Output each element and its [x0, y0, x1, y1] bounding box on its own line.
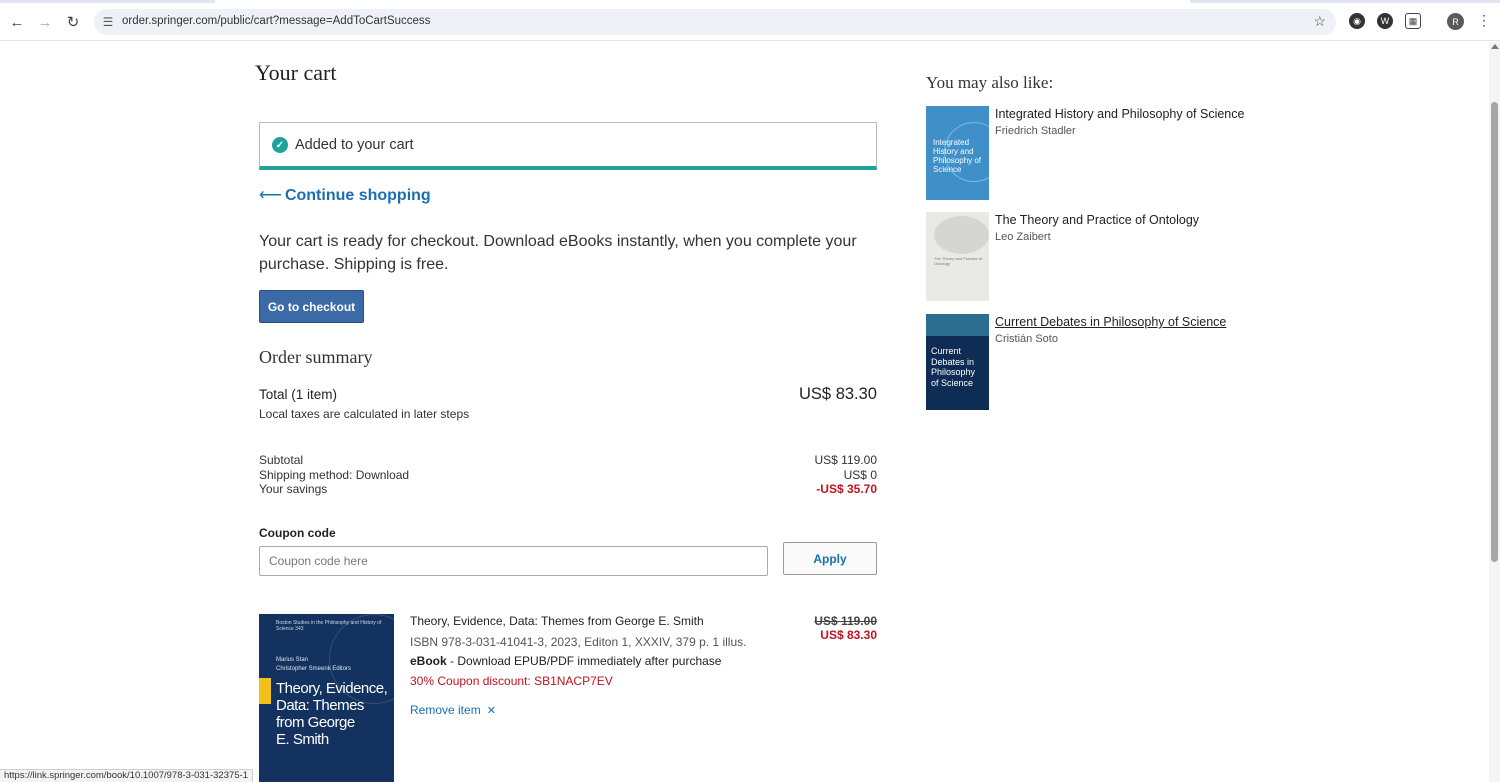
forward-icon[interactable]: →	[34, 11, 56, 33]
close-icon[interactable]: ✕	[487, 705, 496, 717]
total-label: Total (1 item)	[259, 387, 338, 402]
taxes-note: Local taxes are calculated in later step…	[259, 407, 470, 421]
reload-icon[interactable]: ↻	[62, 11, 84, 33]
savings-label: Your savings	[259, 482, 328, 496]
recommendations-title: You may also like:	[926, 73, 1054, 92]
shipping-label: Shipping method: Download	[259, 467, 410, 482]
recommendation-author: Cristián Soto	[995, 333, 1058, 345]
apply-coupon-button[interactable]: Apply	[783, 542, 877, 575]
bookmark-star-icon[interactable]: ☆	[1313, 13, 1326, 30]
extension-icon[interactable]: W	[1377, 13, 1393, 29]
go-to-checkout-button[interactable]: Go to checkout	[259, 290, 364, 323]
cover-series: Boston Studies in the Philosophy and His…	[276, 620, 382, 632]
subtotal-row: Subtotal US$ 119.00	[259, 453, 877, 468]
alert-message: Added to your cart	[295, 137, 414, 153]
coupon-code-input[interactable]	[259, 546, 768, 576]
savings-value: -US$ 35.70	[816, 482, 877, 496]
recommendation-author: Leo Zaibert	[995, 231, 1051, 243]
order-summary-title: Order summary	[259, 347, 373, 367]
subtotal-value: US$ 119.00	[814, 453, 878, 467]
menu-kebab-icon[interactable]: ⋮	[1477, 12, 1491, 29]
checkout-ready-text: Your cart is ready for checkout. Downloa…	[259, 233, 857, 273]
cover-editors: Marius Stan Christopher Smeenk Editors	[276, 657, 352, 672]
cover-title: Theory, Evidence, Data: Themes from Geor…	[276, 680, 388, 748]
recommendation-cover[interactable]: The Theory and Practice of Ontology	[926, 212, 989, 301]
page-title: Your cart	[255, 60, 337, 85]
cover-accent-bar	[259, 678, 271, 704]
subtotal-label: Subtotal	[259, 453, 304, 467]
summary-lines: Subtotal US$ 119.00 Shipping method: Dow…	[259, 453, 877, 497]
check-icon: ✓	[272, 137, 288, 153]
tab-strip	[0, 0, 1500, 3]
item-old-price: US$ 119.00	[814, 614, 877, 628]
recommendation-cover[interactable]: Current Debates in Philosophy of Science	[926, 314, 989, 410]
scroll-up-icon[interactable]	[1491, 44, 1499, 49]
recommendation-title[interactable]: Integrated History and Philosophy of Sci…	[995, 107, 1244, 121]
recommendation-title[interactable]: The Theory and Practice of Ontology	[995, 213, 1199, 227]
book-cover[interactable]: Boston Studies in the Philosophy and His…	[259, 614, 394, 782]
total-value: US$ 83.30	[799, 385, 877, 403]
savings-row: Your savings -US$ 35.70	[259, 482, 877, 497]
recommendation-author: Friedrich Stadler	[995, 125, 1076, 137]
remove-item-link[interactable]: Remove item ✕	[410, 703, 496, 717]
status-url: https://link.springer.com/book/10.1007/9…	[0, 769, 253, 782]
site-settings-icon[interactable]: ☰	[100, 14, 116, 30]
continue-shopping-label[interactable]: Continue shopping	[285, 187, 431, 204]
avatar[interactable]: R	[1447, 13, 1464, 30]
item-discount: 30% Coupon discount: SB1NACP7EV	[410, 674, 613, 688]
recommendation-cover[interactable]: Integrated History and Philosophy of Sci…	[926, 106, 989, 200]
extension-icon[interactable]: ◉	[1349, 13, 1365, 29]
puzzle-icon[interactable]: ▦	[1405, 13, 1421, 29]
recommendation-title[interactable]: Current Debates in Philosophy of Science	[995, 315, 1226, 329]
item-format: eBook - Download EPUB/PDF immediately af…	[410, 654, 722, 668]
arrow-left-icon: ⟵	[259, 187, 282, 204]
shipping-value: US$ 0	[843, 467, 877, 482]
item-isbn: ISBN 978-3-031-41041-3, 2023, Editon 1, …	[410, 635, 747, 649]
coupon-label: Coupon code	[259, 526, 336, 540]
item-title: Theory, Evidence, Data: Themes from Geor…	[410, 614, 704, 628]
url-text[interactable]: order.springer.com/public/cart?message=A…	[122, 15, 430, 27]
success-alert: ✓ Added to your cart	[259, 122, 877, 170]
item-new-price: US$ 83.30	[820, 628, 877, 642]
scrollbar[interactable]	[1489, 42, 1500, 782]
continue-shopping-link[interactable]: ⟵ Continue shopping	[259, 185, 431, 205]
scrollbar-thumb[interactable]	[1491, 102, 1498, 562]
shipping-row: Shipping method: Download US$ 0	[259, 468, 877, 483]
back-icon[interactable]: ←	[6, 11, 28, 33]
address-bar[interactable]: ☰ order.springer.com/public/cart?message…	[94, 9, 1336, 35]
browser-toolbar: ← → ↻ ☰ order.springer.com/public/cart?m…	[0, 0, 1500, 41]
